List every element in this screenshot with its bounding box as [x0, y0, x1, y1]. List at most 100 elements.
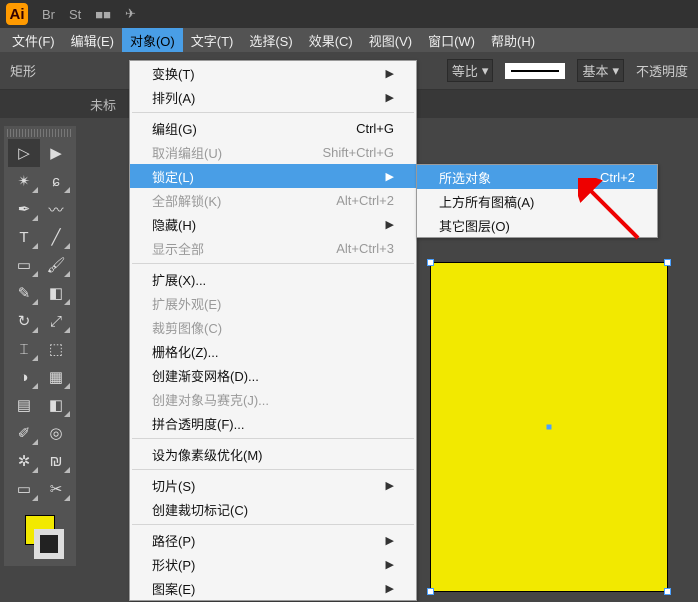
menu-item-label: 切片(S)	[152, 476, 195, 495]
object-menu-item-18[interactable]: 设为像素级优化(M)	[130, 442, 416, 466]
symbol-sprayer-tool[interactable]: ✲	[8, 447, 40, 475]
menu-effect[interactable]: 效果(C)	[301, 28, 361, 52]
selection-tool[interactable]: ▷	[8, 139, 40, 167]
stroke-swatch[interactable]	[34, 529, 64, 559]
handle-tr[interactable]	[664, 259, 671, 266]
panel-handle[interactable]	[7, 129, 73, 137]
menu-view[interactable]: 视图(V)	[361, 28, 420, 52]
object-menu-item-4[interactable]: 取消编组(U)Shift+Ctrl+G	[130, 140, 416, 164]
perspective-tool[interactable]: ▦	[40, 363, 72, 391]
handle-bl[interactable]	[427, 588, 434, 595]
object-menu-item-24[interactable]: 形状(P)▶	[130, 552, 416, 576]
object-menu-item-10[interactable]: 扩展(X)...	[130, 267, 416, 291]
width-tool[interactable]: ⌶	[8, 335, 40, 363]
type-tool[interactable]: T	[8, 223, 40, 251]
basic-select[interactable]: 基本▾	[577, 59, 624, 82]
object-menu-item-8[interactable]: 显示全部Alt+Ctrl+3	[130, 236, 416, 260]
handle-tl[interactable]	[427, 259, 434, 266]
rocket-icon[interactable]: ✈	[125, 6, 136, 22]
menu-item-label: 显示全部	[152, 239, 204, 258]
submenu-arrow-icon: ▶	[386, 479, 394, 492]
magic-wand-tool[interactable]: ✴	[8, 167, 40, 195]
lasso-tool[interactable]: ɕ	[40, 167, 72, 195]
lock-submenu-item-2[interactable]: 其它图层(O)	[417, 213, 657, 237]
object-menu-item-6[interactable]: 全部解锁(K)Alt+Ctrl+2	[130, 188, 416, 212]
center-point	[547, 425, 552, 430]
scale-tool[interactable]: ⤢	[40, 307, 72, 335]
graph-tool[interactable]: ₪	[40, 447, 72, 475]
line-tool[interactable]: ╱	[40, 223, 72, 251]
lock-submenu-item-0[interactable]: 所选对象Ctrl+2	[417, 165, 657, 189]
rotate-tool[interactable]: ↻	[8, 307, 40, 335]
rectangle-tool[interactable]: ▭	[8, 251, 40, 279]
menu-item-label: 变换(T)	[152, 64, 195, 83]
submenu-arrow-icon: ▶	[386, 582, 394, 595]
menu-item-label: 创建对象马赛克(J)...	[152, 390, 269, 409]
shaper-tool[interactable]: ✎	[8, 279, 40, 307]
menu-window[interactable]: 窗口(W)	[420, 28, 483, 52]
stroke-preview[interactable]	[505, 63, 565, 79]
artboard-rectangle[interactable]	[430, 262, 668, 592]
menu-item-label: 创建渐变网格(D)...	[152, 366, 259, 385]
eraser-tool[interactable]: ◧	[40, 279, 72, 307]
lock-submenu-item-1[interactable]: 上方所有图稿(A)	[417, 189, 657, 213]
direct-selection-tool[interactable]: ▶	[40, 139, 72, 167]
menubar: 文件(F) 编辑(E) 对象(O) 文字(T) 选择(S) 效果(C) 视图(V…	[0, 28, 698, 52]
handle-br[interactable]	[664, 588, 671, 595]
object-menu-item-23[interactable]: 路径(P)▶	[130, 528, 416, 552]
submenu-arrow-icon: ▶	[386, 558, 394, 571]
menu-object[interactable]: 对象(O)	[122, 28, 183, 52]
object-menu-item-3[interactable]: 编组(G)Ctrl+G	[130, 116, 416, 140]
object-menu-item-7[interactable]: 隐藏(H) ▶	[130, 212, 416, 236]
submenu-arrow-icon: ▶	[386, 218, 394, 231]
scale-select[interactable]: 等比▾	[447, 59, 494, 82]
pen-tool[interactable]: ✒	[8, 195, 40, 223]
br-icon[interactable]: Br	[42, 7, 55, 22]
doc-tab[interactable]: 未标	[90, 95, 116, 114]
object-menu-item-21[interactable]: 创建裁切标记(C)	[130, 497, 416, 521]
object-menu-item-20[interactable]: 切片(S) ▶	[130, 473, 416, 497]
scale-select-label: 等比	[452, 61, 478, 80]
menu-file[interactable]: 文件(F)	[4, 28, 63, 52]
object-menu-item-14[interactable]: 创建渐变网格(D)...	[130, 363, 416, 387]
st-icon[interactable]: St	[69, 7, 81, 22]
object-menu-item-16[interactable]: 拼合透明度(F)...	[130, 411, 416, 435]
layout-icon[interactable]: ■■	[95, 7, 111, 22]
menu-item-label: 排列(A)	[152, 88, 195, 107]
submenu-arrow-icon: ▶	[386, 67, 394, 80]
object-menu-item-11[interactable]: 扩展外观(E)	[130, 291, 416, 315]
submenu-arrow-icon: ▶	[386, 170, 394, 183]
mesh-tool[interactable]: ▤	[8, 391, 40, 419]
free-transform-tool[interactable]: ⬚	[40, 335, 72, 363]
eyedropper-tool[interactable]: ✐	[8, 419, 40, 447]
object-menu-item-1[interactable]: 排列(A) ▶	[130, 85, 416, 109]
object-menu-dropdown: 变换(T) ▶ 排列(A) ▶ 编组(G)Ctrl+G取消编组(U)Shift+Ctrl…	[129, 60, 417, 601]
menu-item-label: 取消编组(U)	[152, 143, 222, 162]
object-menu-item-5[interactable]: 锁定(L)▶	[130, 164, 416, 188]
shape-builder-tool[interactable]: ◑	[8, 363, 40, 391]
artboard-tool[interactable]: ▭	[8, 475, 40, 503]
menu-edit[interactable]: 编辑(E)	[63, 28, 122, 52]
app-logo: Ai	[6, 3, 28, 25]
object-menu-item-25[interactable]: 图案(E) ▶	[130, 576, 416, 600]
menu-item-label: 图案(E)	[152, 579, 195, 598]
paintbrush-tool[interactable]: 🖌	[40, 251, 72, 279]
submenu-arrow-icon: ▶	[386, 91, 394, 104]
menu-help[interactable]: 帮助(H)	[483, 28, 543, 52]
object-menu-item-15[interactable]: 创建对象马赛克(J)...	[130, 387, 416, 411]
object-menu-item-0[interactable]: 变换(T) ▶	[130, 61, 416, 85]
blend-tool[interactable]: ◎	[40, 419, 72, 447]
menu-type[interactable]: 文字(T)	[183, 28, 242, 52]
gradient-tool[interactable]: ◧	[40, 391, 72, 419]
shape-label: 矩形	[10, 61, 36, 80]
object-menu-item-12[interactable]: 裁剪图像(C)	[130, 315, 416, 339]
object-menu-item-13[interactable]: 栅格化(Z)...	[130, 339, 416, 363]
basic-select-label: 基本	[582, 61, 608, 80]
menu-item-label: 隐藏(H)	[152, 215, 196, 234]
slice-tool[interactable]: ✂	[40, 475, 72, 503]
menu-item-label: 路径(P)	[152, 531, 195, 550]
curvature-tool[interactable]: 〰	[40, 195, 72, 223]
menu-item-label: 其它图层(O)	[439, 216, 510, 235]
menu-select[interactable]: 选择(S)	[241, 28, 300, 52]
opacity-label: 不透明度	[636, 61, 688, 80]
